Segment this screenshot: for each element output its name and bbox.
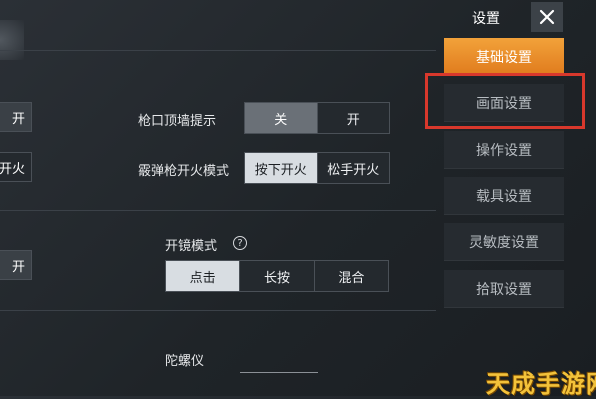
scope-hold-option[interactable]: 长按 [239, 261, 313, 291]
sidebar-title: 设置 [472, 11, 500, 27]
sidebar-item-sensitivity[interactable]: 灵敏度设置 [444, 223, 564, 261]
decorative-glow [0, 20, 24, 60]
scope-mode-toggle[interactable]: 点击 长按 混合 [165, 260, 389, 292]
partial-label-row2: 开火 [0, 161, 25, 177]
sidebar-item-controls[interactable]: 操作设置 [444, 131, 564, 169]
sidebar-item-label: 操作设置 [476, 142, 532, 159]
shotgun-fire-mode-label: 霰弹枪开火模式 [138, 164, 230, 179]
partial-toggle-row3[interactable]: 开 [0, 250, 32, 280]
partial-toggle-row2[interactable]: 开火 [0, 152, 32, 182]
muzzle-hint-toggle[interactable]: 关 开 [244, 102, 390, 134]
gyroscope-control-line[interactable] [240, 372, 318, 373]
sidebar-item-basic[interactable]: 基础设置 [444, 38, 564, 76]
top-divider [0, 50, 436, 51]
sidebar-item-pickup[interactable]: 拾取设置 [444, 270, 564, 308]
sidebar-item-label: 载具设置 [476, 188, 532, 205]
close-icon [539, 9, 555, 25]
partial-label-row1: 开 [11, 111, 25, 127]
help-icon[interactable]: ? [233, 236, 247, 250]
close-button[interactable] [531, 2, 563, 32]
section-divider [0, 210, 436, 211]
partial-label-row3: 开 [11, 259, 25, 275]
muzzle-hint-label: 枪口顶墙提示 [138, 114, 217, 129]
scope-mixed-option[interactable]: 混合 [313, 261, 388, 291]
scope-mode-label: 开镜模式 [165, 239, 218, 254]
press-fire-option[interactable]: 按下开火 [245, 153, 317, 183]
partial-toggle-row1[interactable]: 开 [0, 102, 32, 132]
muzzle-hint-on-option[interactable]: 开 [316, 103, 390, 133]
sidebar-item-label: 基础设置 [476, 49, 532, 66]
sidebar-item-vehicle[interactable]: 载具设置 [444, 177, 564, 215]
muzzle-hint-off-option[interactable]: 关 [245, 103, 317, 133]
release-fire-option[interactable]: 松手开火 [316, 153, 390, 183]
section-divider-2 [0, 310, 436, 311]
gyroscope-label: 陀螺仪 [165, 354, 205, 369]
watermark: 天成手游网 [486, 370, 596, 398]
sidebar-item-label: 画面设置 [476, 95, 532, 112]
shotgun-fire-mode-toggle[interactable]: 按下开火 松手开火 [244, 152, 390, 184]
sidebar-item-label: 拾取设置 [476, 281, 532, 298]
scope-click-option[interactable]: 点击 [166, 261, 240, 291]
sidebar-item-graphics[interactable]: 画面设置 [444, 84, 564, 122]
sidebar-item-label: 灵敏度设置 [469, 234, 539, 251]
